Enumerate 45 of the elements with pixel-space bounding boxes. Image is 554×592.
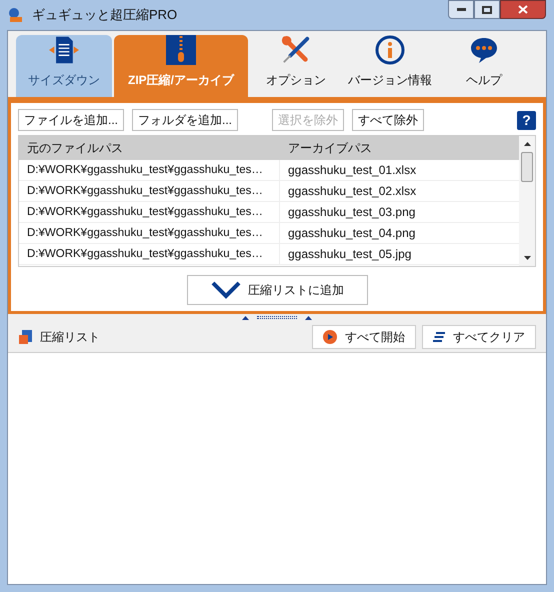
scroll-up-icon: [524, 142, 530, 146]
info-icon: [375, 35, 405, 65]
table-cell-text: ggasshuku_test_02.xlsx: [287, 183, 418, 200]
toolbar-button[interactable]: ファイルを追加...: [18, 109, 124, 131]
table-cell-text: ggasshuku_test_04.png: [287, 225, 416, 242]
table-cell: D:¥WORK¥ggasshuku_test¥ggasshuku_tes…: [19, 202, 280, 222]
clear-all-button[interactable]: すべてクリア: [422, 324, 536, 348]
help-button[interactable]: ?: [517, 110, 536, 130]
maximize-icon: [482, 6, 492, 14]
add-to-list-button[interactable]: 圧縮リストに追加: [186, 275, 368, 305]
toolbar-button[interactable]: すべて除外: [352, 109, 424, 131]
minimize-button[interactable]: [448, 0, 474, 19]
window-title: ギュギュッと超圧縮PRO: [32, 6, 178, 24]
table-cell-text: ggasshuku_test_03.png: [287, 204, 416, 221]
speech-bubble-icon: [469, 35, 499, 65]
table-cell-text: ggasshuku_test_05.jpg: [287, 246, 412, 263]
app-icon: [8, 7, 24, 23]
archive-list-icon: [18, 328, 34, 344]
scroll-thumb[interactable]: [521, 152, 533, 182]
start-all-button[interactable]: すべて開始: [312, 324, 416, 348]
play-icon: [323, 330, 337, 344]
table-cell: D:¥WORK¥ggasshuku_test¥ggasshuku_tes…: [19, 160, 280, 180]
document-arrows-icon: [47, 35, 81, 65]
tab[interactable]: ヘルプ: [438, 35, 530, 97]
minimize-icon: [456, 8, 466, 11]
scrollbar[interactable]: [519, 136, 535, 266]
tab[interactable]: サイズダウン: [16, 35, 112, 97]
tab[interactable]: バージョン情報: [344, 35, 436, 97]
zipper-icon: [166, 35, 196, 65]
wrench-screwdriver-icon: [280, 35, 312, 65]
close-button[interactable]: [500, 0, 546, 19]
maximize-button[interactable]: [474, 0, 500, 19]
scroll-down-icon: [524, 256, 530, 260]
chevron-down-icon: [210, 280, 242, 300]
column-header[interactable]: 元のファイルパス: [19, 139, 280, 157]
tab[interactable]: オプション: [250, 35, 342, 97]
table-cell: D:¥WORK¥ggasshuku_test¥ggasshuku_tes…: [19, 181, 280, 201]
table-cell-text: ggasshuku_test_01.xlsx: [287, 162, 418, 179]
lines-icon: [433, 332, 445, 342]
toolbar-button[interactable]: フォルダを追加...: [132, 109, 238, 131]
table-cell: D:¥WORK¥ggasshuku_test¥ggasshuku_tes…: [19, 244, 280, 264]
table-cell: D:¥WORK¥ggasshuku_test¥ggasshuku_tes…: [19, 223, 280, 243]
column-header[interactable]: アーカイブパス: [280, 139, 519, 157]
list-title: 圧縮リスト: [40, 328, 101, 346]
close-icon: [518, 5, 528, 14]
